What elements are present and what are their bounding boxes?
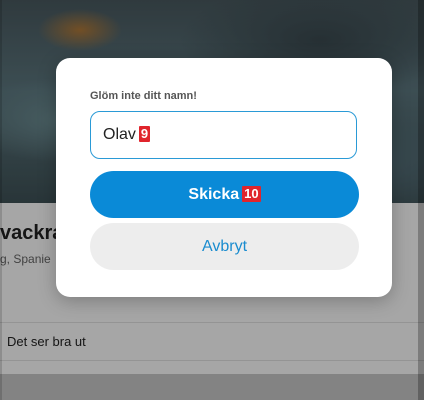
dialog-label: Glöm inte ditt namn! (90, 90, 197, 102)
cancel-button[interactable]: Avbryt (90, 223, 359, 270)
name-input[interactable]: Olav 9 (90, 111, 357, 159)
submit-button-label: Skicka (188, 186, 240, 203)
name-input-value[interactable]: Olav 9 (103, 126, 151, 144)
element-marker: 9 (138, 126, 151, 142)
page: vackra g, Spanie Det ser bra ut Glöm int… (0, 0, 424, 400)
submit-button[interactable]: Skicka 10 (90, 171, 359, 218)
name-dialog: Glöm inte ditt namn! Olav 9 Skicka 10 Avbr… (56, 58, 392, 297)
cancel-button-label: Avbryt (201, 238, 248, 255)
element-marker: 10 (242, 186, 261, 202)
name-value-text: Olav (103, 126, 136, 143)
